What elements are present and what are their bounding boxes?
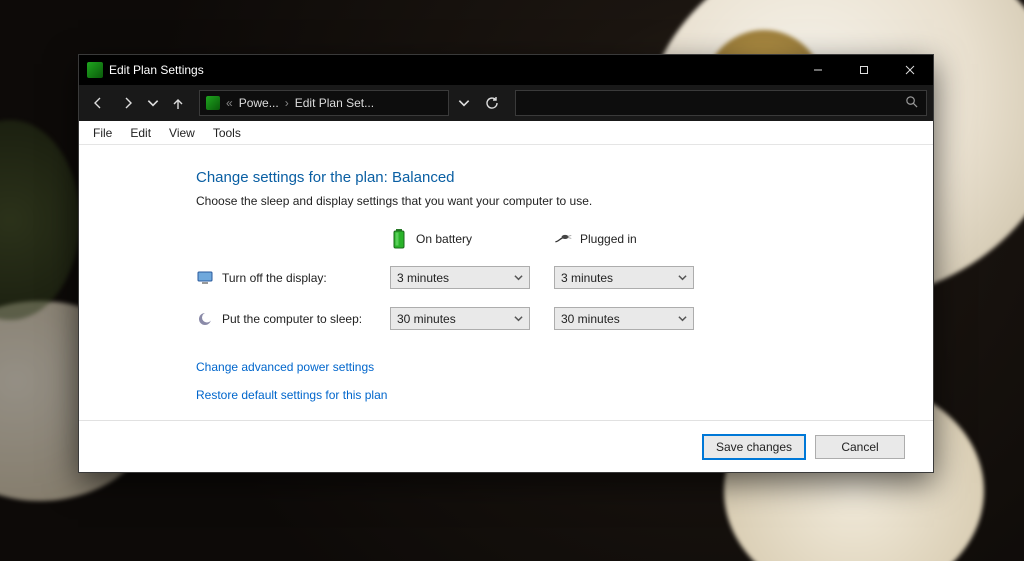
row-display-text: Turn off the display: xyxy=(222,271,327,285)
menu-edit[interactable]: Edit xyxy=(122,124,159,142)
address-bar[interactable]: « Powe... › Edit Plan Set... xyxy=(199,90,449,116)
window: Edit Plan Settings « Powe... › xyxy=(78,54,934,473)
chevron-down-icon xyxy=(514,312,523,326)
links: Change advanced power settings Restore d… xyxy=(196,360,816,402)
search-box[interactable] xyxy=(515,90,927,116)
monitor-icon xyxy=(196,269,214,287)
link-restore-defaults[interactable]: Restore default settings for this plan xyxy=(196,388,816,402)
sleep-battery-select[interactable]: 30 minutes xyxy=(390,307,530,330)
display-plugged-select[interactable]: 3 minutes xyxy=(554,266,694,289)
column-header-plugged: Plugged in xyxy=(554,230,704,248)
sleep-battery-value: 30 minutes xyxy=(397,312,456,326)
menu-tools[interactable]: Tools xyxy=(205,124,249,142)
plug-icon xyxy=(554,230,572,248)
chevron-down-icon xyxy=(514,271,523,285)
display-plugged-value: 3 minutes xyxy=(561,271,613,285)
search-icon xyxy=(905,95,918,111)
menu-view[interactable]: View xyxy=(161,124,203,142)
row-sleep-label: Put the computer to sleep: xyxy=(196,310,376,328)
save-button[interactable]: Save changes xyxy=(703,435,805,459)
display-battery-select[interactable]: 3 minutes xyxy=(390,266,530,289)
minimize-button[interactable] xyxy=(795,55,841,85)
titlebar: Edit Plan Settings xyxy=(79,55,933,85)
up-button[interactable] xyxy=(165,90,191,116)
sleep-plugged-value: 30 minutes xyxy=(561,312,620,326)
page-subtext: Choose the sleep and display settings th… xyxy=(196,194,816,208)
control-panel-icon xyxy=(206,96,220,110)
close-button[interactable] xyxy=(887,55,933,85)
chevron-down-icon xyxy=(678,271,687,285)
content: Change settings for the plan: Balanced C… xyxy=(79,145,933,420)
chevron-down-icon xyxy=(678,312,687,326)
app-icon xyxy=(87,62,103,78)
maximize-button[interactable] xyxy=(841,55,887,85)
link-advanced-power-settings[interactable]: Change advanced power settings xyxy=(196,360,816,374)
row-sleep-text: Put the computer to sleep: xyxy=(222,312,362,326)
breadcrumb-item[interactable]: Powe... xyxy=(239,96,279,110)
breadcrumb-prefix: « xyxy=(226,96,233,110)
row-display-label: Turn off the display: xyxy=(196,269,376,287)
chevron-right-icon: › xyxy=(285,96,289,110)
column-header-battery: On battery xyxy=(390,230,540,248)
menubar: File Edit View Tools xyxy=(79,121,933,145)
page-heading: Change settings for the plan: Balanced xyxy=(196,169,816,186)
search-input[interactable] xyxy=(524,96,905,110)
address-dropdown-button[interactable] xyxy=(453,90,475,116)
forward-button[interactable] xyxy=(115,90,141,116)
window-title: Edit Plan Settings xyxy=(109,63,204,77)
breadcrumb-item[interactable]: Edit Plan Set... xyxy=(295,96,374,110)
refresh-button[interactable] xyxy=(479,90,505,116)
column-header-battery-label: On battery xyxy=(416,232,472,246)
menu-file[interactable]: File xyxy=(85,124,120,142)
settings-grid: On battery Plugged in Turn off the displ… xyxy=(196,230,816,330)
navbar: « Powe... › Edit Plan Set... xyxy=(79,85,933,121)
battery-icon xyxy=(390,230,408,248)
display-battery-value: 3 minutes xyxy=(397,271,449,285)
recent-locations-button[interactable] xyxy=(145,90,161,116)
back-button[interactable] xyxy=(85,90,111,116)
column-header-plugged-label: Plugged in xyxy=(580,232,637,246)
moon-icon xyxy=(196,310,214,328)
footer: Save changes Cancel xyxy=(79,420,933,472)
sleep-plugged-select[interactable]: 30 minutes xyxy=(554,307,694,330)
cancel-button[interactable]: Cancel xyxy=(815,435,905,459)
